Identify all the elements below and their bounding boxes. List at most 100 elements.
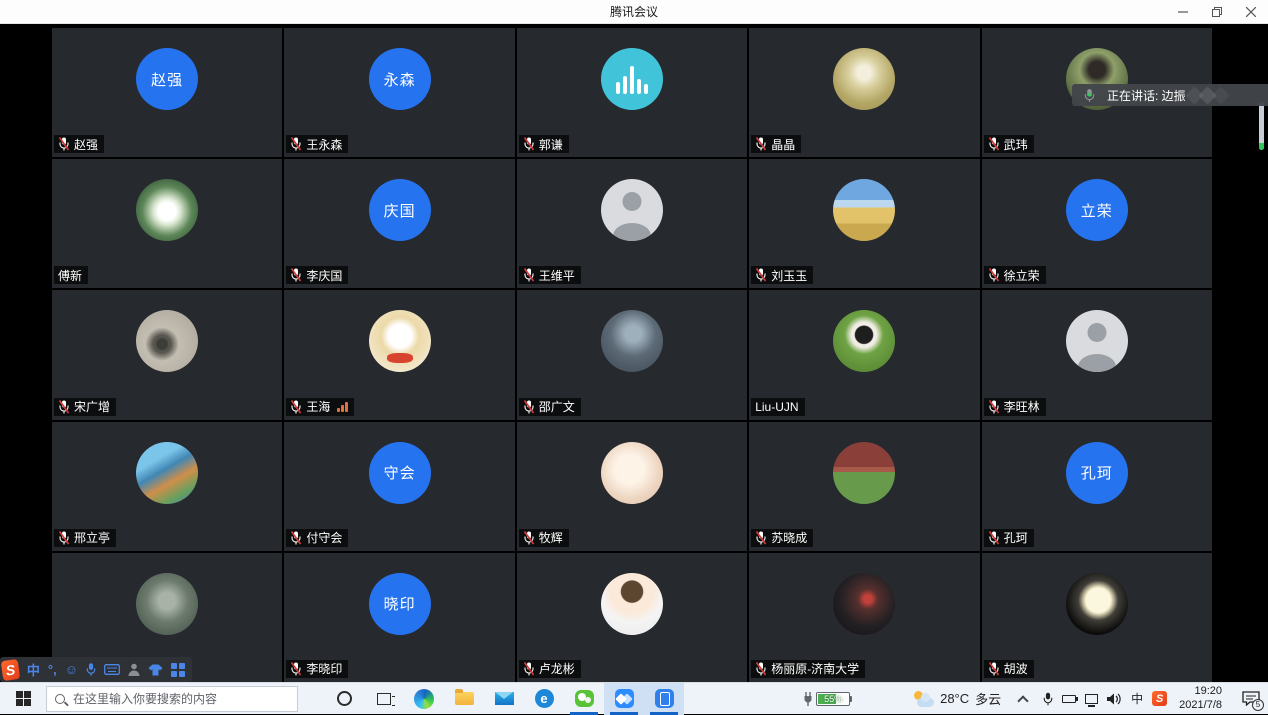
taskbar-app-explorer[interactable] (444, 683, 484, 715)
taskbar-app-wechat[interactable] (564, 683, 604, 715)
system-tray: 中S (1043, 690, 1167, 707)
sogou-emoji-icon[interactable]: ☺ (65, 660, 78, 680)
participant-tile[interactable]: 赵强 赵强 (52, 28, 282, 157)
taskbar-clock[interactable]: 19:20 2021/7/8 (1179, 685, 1222, 713)
sogou-toolbox-icon[interactable] (171, 660, 185, 680)
participant-name-tag: 牧辉 (519, 529, 569, 547)
participant-name: 苏晓成 (771, 529, 807, 546)
participant-name-tag: 李旺林 (984, 398, 1046, 416)
plug-icon (803, 692, 813, 706)
participant-name-tag: 杨丽原-济南大学 (751, 660, 865, 678)
sogou-skin-icon[interactable] (148, 660, 163, 680)
taskbar-app-edge[interactable] (404, 683, 444, 715)
speaking-mic-icon (1084, 88, 1095, 103)
tray-item-network[interactable] (1085, 694, 1098, 704)
muted-mic-icon (523, 400, 535, 414)
window-controls (1166, 0, 1268, 24)
sogou-lang-mode-icon[interactable]: 中 (27, 660, 40, 680)
taskbar-app-ie[interactable]: e (524, 683, 564, 715)
scrollbar-thumb[interactable] (1259, 102, 1264, 150)
sogou-punctuation-icon[interactable]: °, (48, 660, 57, 680)
taskbar-app-mail[interactable] (484, 683, 524, 715)
sogou-account-icon[interactable] (128, 660, 140, 680)
taskbar-search-box[interactable] (46, 686, 298, 712)
action-center-button[interactable]: 5 (1238, 683, 1264, 715)
tray-item-mic[interactable] (1043, 692, 1053, 706)
taskbar-app-taskview[interactable] (364, 683, 404, 715)
tray-item-volume[interactable] (1107, 693, 1122, 705)
minimize-button[interactable] (1166, 0, 1200, 24)
sogou-logo[interactable]: S (1, 658, 21, 680)
muted-mic-icon (988, 137, 1000, 151)
participant-tile[interactable]: 宋广增 (52, 290, 282, 419)
participant-tile[interactable]: 刘玉玉 (749, 159, 979, 288)
participant-tile[interactable]: Liu-UJN (749, 290, 979, 419)
muted-mic-icon (523, 531, 535, 545)
participant-tile[interactable]: 胡波 (982, 553, 1212, 682)
participant-name: 邵广文 (539, 398, 575, 415)
tray-battery-icon (1062, 695, 1076, 703)
window-title: 腾讯会议 (610, 3, 658, 20)
participant-avatar (833, 442, 895, 504)
participant-name-tag: Liu-UJN (751, 398, 804, 416)
participant-name-tag: 李晓印 (286, 660, 348, 678)
participant-tile[interactable]: 晶晶 (749, 28, 979, 157)
participant-scrollbar[interactable] (1259, 102, 1264, 150)
participant-tile[interactable]: 孔珂 孔珂 (982, 422, 1212, 551)
restore-icon (1212, 7, 1222, 17)
start-button[interactable] (0, 683, 46, 715)
participant-tile[interactable]: 立荣 徐立荣 (982, 159, 1212, 288)
clock-date: 2021/7/8 (1179, 699, 1222, 713)
cortana-icon (337, 691, 352, 706)
muted-mic-icon (523, 137, 535, 151)
participant-avatar: 立荣 (1066, 179, 1128, 241)
battery-widget: 55% (803, 692, 850, 706)
participant-tile[interactable]: 郭谦 (517, 28, 747, 157)
muted-mic-icon (58, 137, 70, 151)
participant-name-tag: 晶晶 (751, 135, 801, 153)
participant-tile[interactable]: 晓印 李晓印 (284, 553, 514, 682)
participant-tile[interactable]: 李旺林 (982, 290, 1212, 419)
participant-avatar: 庆国 (369, 179, 431, 241)
sogou-mic-icon[interactable] (86, 660, 96, 680)
participant-tile[interactable]: 守会 付守会 (284, 422, 514, 551)
tray-item-lang[interactable]: 中 (1131, 690, 1143, 707)
tray-item-battery[interactable] (1062, 695, 1076, 703)
participant-name: 晶晶 (771, 136, 795, 153)
taskbar-app-meeting[interactable] (604, 683, 644, 715)
participant-name-tag: 邵广文 (519, 398, 581, 416)
search-input[interactable] (73, 692, 273, 706)
close-button[interactable] (1234, 0, 1268, 24)
participant-name-tag: 宋广增 (54, 398, 116, 416)
participant-tile[interactable]: 卢龙彬 (517, 553, 747, 682)
weather-widget[interactable]: 28°C 多云 (912, 689, 1001, 708)
participant-tile[interactable]: 杨丽原-济南大学 (749, 553, 979, 682)
file-explorer-icon (455, 692, 474, 705)
participant-tile[interactable]: 牧辉 (517, 422, 747, 551)
participant-tile[interactable]: 王维平 (517, 159, 747, 288)
participant-tile[interactable]: 傅新 (52, 159, 282, 288)
participant-tile[interactable]: 永森 王永森 (284, 28, 514, 157)
participant-tile[interactable]: 庆国 李庆国 (284, 159, 514, 288)
participant-tile[interactable]: 苏晓成 (749, 422, 979, 551)
mail-icon (495, 692, 514, 705)
participant-tile[interactable]: 邵广文 (517, 290, 747, 419)
participant-tile[interactable]: 邢立亭 (52, 422, 282, 551)
participant-name-tag: 王海 (286, 398, 354, 416)
participant-name: 付守会 (306, 529, 342, 546)
tray-item-sogou[interactable]: S (1152, 691, 1167, 706)
show-hidden-icons-chevron[interactable] (1017, 695, 1028, 706)
participant-avatar (601, 310, 663, 372)
taskbar-app-cortana[interactable] (324, 683, 364, 715)
taskbar-app-phone[interactable] (644, 683, 684, 715)
muted-mic-icon (755, 137, 767, 151)
sogou-keyboard-icon[interactable] (104, 660, 120, 680)
participant-avatar (136, 310, 198, 372)
window-titlebar: 腾讯会议 (0, 0, 1268, 24)
participant-name: 邢立亭 (74, 529, 110, 546)
participant-grid: 赵强 赵强 永森 王永森 (52, 28, 1212, 682)
maximize-button[interactable] (1200, 0, 1234, 24)
participant-name: 赵强 (74, 136, 98, 153)
wechat-icon (575, 690, 594, 707)
participant-tile[interactable]: 王海 (284, 290, 514, 419)
